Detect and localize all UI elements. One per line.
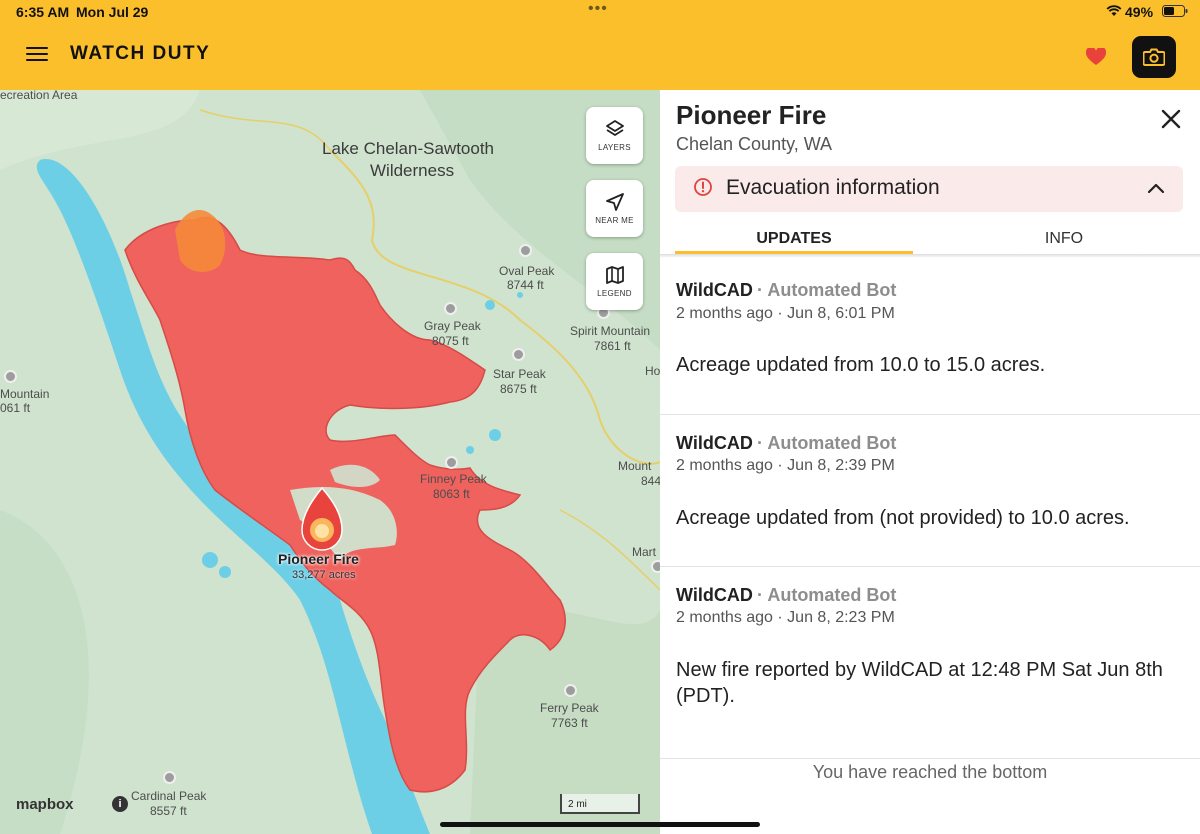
update-item: WildCAD · Automated Bot 2 months ago · J…	[660, 260, 1200, 415]
map-icon	[605, 266, 624, 284]
map-label-mart: Mart	[632, 545, 656, 559]
peak-icon	[519, 244, 532, 257]
map-label-ferry-peak: Ferry Peak	[540, 701, 599, 715]
update-time: 2 months ago · Jun 8, 2:39 PM	[676, 457, 895, 474]
peak-icon	[4, 370, 17, 383]
update-body: Acreage updated from 10.0 to 15.0 acres.	[676, 354, 1046, 376]
location-arrow-icon	[605, 193, 624, 211]
info-icon[interactable]: i	[112, 796, 128, 812]
layers-icon	[605, 120, 624, 136]
chevron-up-icon	[1147, 183, 1165, 194]
peak-icon	[512, 348, 525, 361]
update-time: 2 months ago · Jun 8, 6:01 PM	[676, 305, 895, 322]
map-label-mountain-left: Mountain	[0, 387, 50, 401]
app-header: 6:35 AM Mon Jul 29 ••• 49% WATCH DUTY	[0, 0, 1200, 90]
map-label-oval-peak-ft: 8744 ft	[507, 278, 544, 292]
tabs-divider	[660, 254, 1200, 258]
map-label-cardinal-peak: Cardinal Peak	[131, 789, 207, 803]
map-label-star-peak: Star Peak	[493, 367, 546, 381]
status-date: Mon Jul 29	[76, 4, 149, 20]
tab-info[interactable]: INFO	[945, 222, 1183, 254]
map-label-gray-peak: Gray Peak	[424, 319, 481, 333]
update-item: WildCAD · Automated Bot 2 months ago · J…	[660, 567, 1200, 759]
fire-acres-label: 33,277 acres	[292, 569, 356, 581]
map-label-ferry-peak-ft: 7763 ft	[551, 716, 588, 730]
map-label-recreation: ecreation Area	[0, 90, 78, 102]
map-label-finney-peak-ft: 8063 ft	[433, 487, 470, 501]
map-label-finney-peak: Finney Peak	[420, 472, 487, 486]
evacuation-info-toggle[interactable]: Evacuation information	[675, 166, 1183, 212]
fire-details-panel: Pioneer Fire Chelan County, WA Evacuatio…	[660, 90, 1200, 834]
tab-updates[interactable]: UPDATES	[675, 222, 913, 254]
battery-percent: 49%	[1125, 4, 1154, 20]
close-icon[interactable]	[1156, 104, 1186, 134]
update-author: WildCAD	[676, 585, 753, 605]
near-me-button-label: NEAR ME	[595, 216, 634, 225]
mapbox-logo[interactable]: mapbox	[16, 796, 74, 813]
heart-icon[interactable]	[1086, 48, 1106, 66]
update-time: 2 months ago · Jun 8, 2:23 PM	[676, 609, 895, 626]
layers-button-label: LAYERS	[598, 143, 631, 152]
map-label-cardinal-peak-ft: 8557 ft	[150, 804, 187, 818]
update-role: · Automated Bot	[757, 433, 897, 453]
near-me-button[interactable]: NEAR ME	[586, 180, 643, 237]
fire-title: Pioneer Fire	[676, 100, 827, 130]
update-author: WildCAD	[676, 280, 753, 300]
peak-icon	[651, 560, 660, 573]
fire-name-label[interactable]: Pioneer Fire	[278, 551, 359, 567]
map-label-wilderness-2: Wilderness	[370, 161, 455, 180]
peak-icon	[445, 456, 458, 469]
scale-bar: 2 mi	[560, 794, 640, 814]
layers-button[interactable]: LAYERS	[586, 107, 643, 164]
alert-circle-icon	[694, 178, 712, 196]
update-body: Acreage updated from (not provided) to 1…	[676, 507, 1130, 529]
map-label-mountain-left-ft: 061 ft	[0, 401, 31, 415]
camera-icon	[1143, 48, 1165, 66]
update-role: · Automated Bot	[757, 585, 897, 605]
map-label-oval-peak: Oval Peak	[499, 264, 555, 278]
fire-map[interactable]: ecreation Area Lake Chelan-Sawtooth Wild…	[0, 90, 660, 834]
fire-location: Chelan County, WA	[676, 134, 833, 154]
camera-button[interactable]	[1132, 36, 1176, 78]
peak-icon	[444, 302, 457, 315]
home-indicator[interactable]	[440, 822, 760, 827]
update-item: WildCAD · Automated Bot 2 months ago · J…	[660, 415, 1200, 567]
map-label-spirit-mountain-ft: 7861 ft	[594, 339, 631, 353]
map-label-gray-peak-ft: 8075 ft	[432, 334, 469, 348]
map-label-wilderness-1: Lake Chelan-Sawtooth	[322, 139, 495, 158]
update-body: New fire reported by WildCAD at 12:48 PM…	[676, 659, 1163, 707]
battery-icon	[1162, 5, 1188, 17]
evacuation-info-label: Evacuation information	[726, 176, 940, 199]
status-time: 6:35 AM	[16, 4, 70, 20]
map-label-ho: Ho	[645, 364, 660, 378]
peak-icon	[163, 771, 176, 784]
update-author: WildCAD	[676, 433, 753, 453]
map-label-spirit-mountain: Spirit Mountain	[570, 324, 651, 338]
update-role: · Automated Bot	[757, 280, 897, 300]
peak-icon	[564, 684, 577, 697]
menu-icon[interactable]	[26, 47, 48, 65]
multitasking-dots-icon[interactable]: •••	[588, 0, 608, 18]
wifi-icon	[1106, 5, 1122, 16]
legend-button[interactable]: LEGEND	[586, 253, 643, 310]
map-label-mount-right: Mount	[618, 459, 652, 473]
legend-button-label: LEGEND	[597, 289, 632, 298]
map-label-mount-right-ft: 844	[641, 474, 660, 488]
end-of-list-note: You have reached the bottom	[812, 762, 1048, 782]
app-title: WATCH DUTY	[70, 43, 211, 64]
map-label-star-peak-ft: 8675 ft	[500, 382, 537, 396]
